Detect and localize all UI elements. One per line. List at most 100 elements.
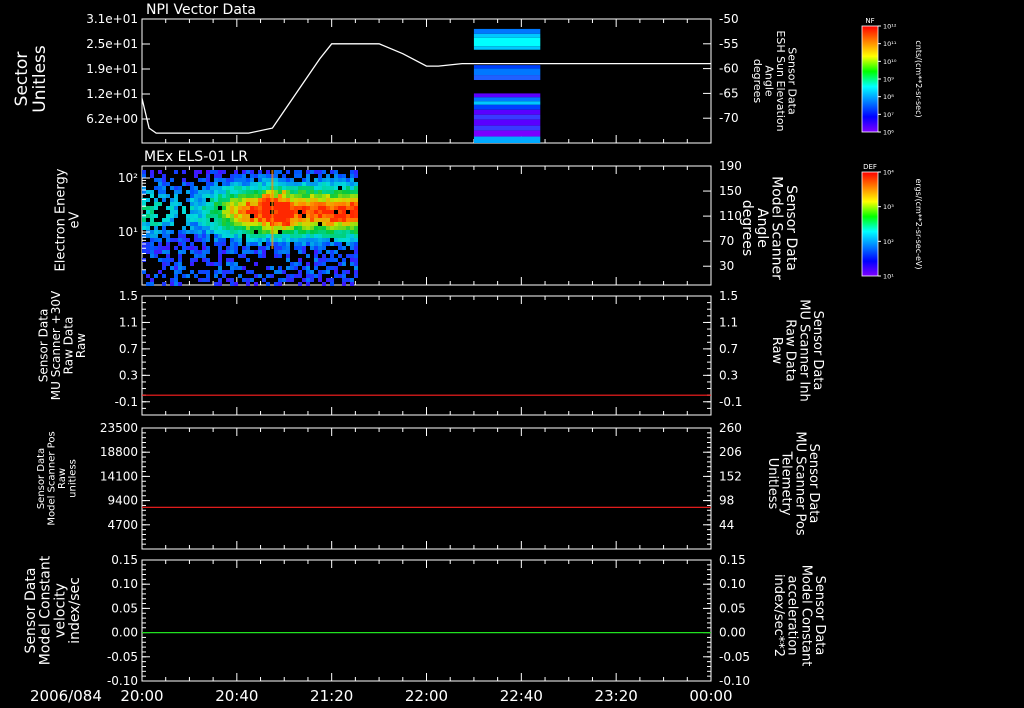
spectrogram-band — [473, 97, 541, 102]
axis-label-line: eV — [67, 211, 82, 228]
y-tick-label: 0.10 — [111, 577, 138, 591]
spectrogram-band — [473, 130, 541, 137]
y-tick-label: -0.05 — [107, 650, 138, 664]
spectrogram-band — [473, 136, 541, 143]
colorbar-tick-label: 10⁶ — [883, 129, 894, 137]
axis-label-line: Model Constant — [38, 555, 54, 665]
y-tick-label: -60 — [719, 62, 739, 76]
time-tick-label: 21:20 — [310, 687, 353, 705]
y-tick-label: 3.1e+01 — [86, 12, 138, 26]
y-tick-label: 110 — [719, 209, 742, 223]
y-tick-label: 14100 — [100, 469, 138, 483]
time-tick-label: 20:00 — [120, 687, 163, 705]
spectrogram-band — [473, 37, 541, 47]
spectrogram-band — [473, 101, 541, 105]
axis-label-line: Sensor Data — [36, 448, 47, 509]
axis-label-line: Model Scanner — [768, 176, 784, 280]
axis-label-line: index/sec**2 — [771, 574, 786, 657]
y-tick-label: 0.00 — [111, 626, 138, 640]
colorbar-tick-label: 10¹¹ — [883, 40, 897, 48]
y-tick-label: 30 — [719, 259, 734, 273]
spectrogram-band — [473, 93, 541, 98]
axis-label-line: Sensor Data — [23, 568, 39, 654]
spectrogram-band — [473, 104, 541, 110]
spectrogram-band — [473, 28, 541, 34]
y-tick-label: 44 — [719, 518, 734, 532]
spectrogram-band — [473, 114, 541, 120]
axis-label-line: Sensor Data — [783, 185, 799, 271]
y-tick-label: 10¹ — [118, 225, 138, 239]
multi-panel-timeseries-plot: NPI Vector Data 3.1e+01 2.5e+01 1.9e+01 1.2e… — [0, 0, 1024, 708]
axis-label-line: Raw — [769, 337, 784, 365]
y-tick-label: 0.15 — [111, 553, 138, 567]
spectrogram-band — [473, 75, 541, 81]
y-tick-label: 98 — [719, 494, 734, 508]
y-tick-label: 4700 — [107, 518, 138, 532]
y-tick-label: -0.1 — [719, 395, 742, 409]
y-tick-label: 0.7 — [119, 342, 138, 356]
y-tick-label: 9400 — [107, 494, 138, 508]
panel-5-right-label: Sensor DataModel Constantaccelerationind… — [771, 565, 827, 667]
y-tick-label: 152 — [719, 469, 742, 483]
colorbar-tick-label: 10¹ — [883, 273, 894, 281]
y-tick-label: 0.3 — [119, 368, 138, 382]
y-tick-label: 1.9e+01 — [86, 62, 138, 76]
y-tick-label: 2.5e+01 — [86, 37, 138, 51]
colorbar-tick-label: 10⁴ — [883, 169, 894, 177]
els-burst-streak — [271, 170, 274, 249]
axis-label-line: Unitless — [765, 458, 780, 510]
spectrogram-band — [473, 33, 541, 38]
y-tick-label: 260 — [719, 421, 742, 435]
axis-label-line: Model Scanner Pos — [46, 431, 57, 525]
y-tick-label: 206 — [719, 445, 742, 459]
svg-text:ergs/(cm**2-sr-sec-eV): ergs/(cm**2-sr-sec-eV) — [914, 178, 923, 269]
svg-text:cnts/(cm**2-sr-sec): cnts/(cm**2-sr-sec) — [914, 40, 923, 117]
axis-label-line: Raw — [57, 468, 68, 489]
panel-1-title: NPI Vector Data — [146, 2, 256, 18]
y-tick-label: -55 — [719, 37, 739, 51]
colorbar-2-title: DEF — [863, 163, 877, 171]
time-tick-label: 00:00 — [689, 687, 732, 705]
y-tick-label: 1.5 — [719, 289, 738, 303]
y-tick-label: -50 — [719, 12, 739, 26]
colorbar-tick-label: 10⁸ — [883, 93, 894, 101]
date-label: 2006/084 — [30, 687, 102, 705]
colorbar-tick-label: 10³ — [883, 203, 894, 211]
y-tick-label: 0.15 — [719, 553, 746, 567]
colorbar-tick-label: 10⁷ — [883, 111, 894, 119]
y-tick-label: 0.10 — [719, 577, 746, 591]
spectrogram-band — [473, 68, 541, 76]
time-tick-label: 22:40 — [500, 687, 543, 705]
colorbar-1 — [861, 25, 879, 133]
axis-label-line: index/sec — [67, 577, 83, 644]
y-tick-label: 0.05 — [111, 601, 138, 615]
axis-label-line: Raw — [74, 333, 88, 358]
axis-label-line: velocity — [52, 583, 68, 638]
y-tick-label: 0.3 — [719, 368, 738, 382]
y-tick-label: -0.05 — [719, 650, 750, 664]
panel-1-left-label: SectorUnitless — [12, 45, 50, 113]
y-tick-label: 150 — [719, 184, 742, 198]
colorbar-tick-label: 10⁹ — [883, 76, 894, 84]
colorbar-tick-label: 10² — [883, 238, 894, 246]
colorbar-2 — [861, 171, 879, 277]
axis-label-line: Unitless — [30, 45, 50, 113]
y-tick-label: -0.10 — [719, 674, 750, 688]
y-tick-label: -65 — [719, 86, 739, 100]
y-tick-label: 10² — [118, 171, 138, 185]
time-tick-label: 20:40 — [215, 687, 258, 705]
y-tick-label: 0.7 — [719, 342, 738, 356]
y-tick-label: 23500 — [100, 421, 138, 435]
spectrogram-band — [473, 109, 541, 115]
axis-label-line: unitless — [67, 459, 78, 498]
y-tick-label: 70 — [719, 234, 734, 248]
y-tick-label: 18800 — [100, 445, 138, 459]
y-tick-label: 0.05 — [719, 601, 746, 615]
y-tick-label: -70 — [719, 111, 739, 125]
y-tick-label: 1.5 — [119, 289, 138, 303]
spectrogram-band — [473, 46, 541, 50]
y-tick-label: -0.1 — [115, 395, 138, 409]
colorbar-1-unit: cnts/(cm**2-sr-sec) — [914, 40, 923, 117]
spectrogram-band — [473, 65, 541, 69]
axis-label-line: degrees — [739, 200, 755, 256]
